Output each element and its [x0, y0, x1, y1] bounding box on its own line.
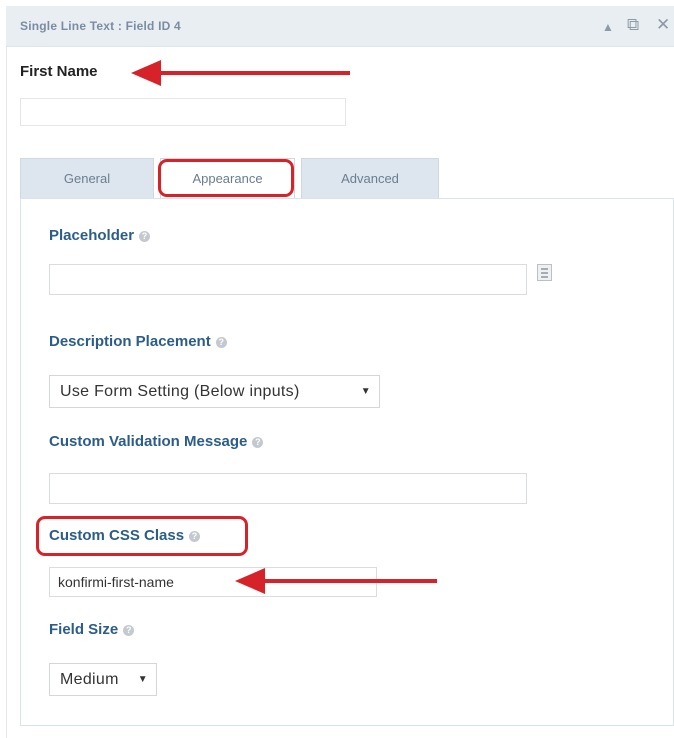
description-placement-value: Use Form Setting (Below inputs)	[60, 383, 300, 400]
collapse-icon[interactable]: ▲	[602, 17, 614, 37]
annotation-highlight-css-class	[36, 516, 248, 556]
tab-general[interactable]: General	[20, 158, 154, 198]
field-preview-input[interactable]	[20, 98, 346, 126]
annotation-arrow-head	[131, 60, 161, 86]
close-icon[interactable]: ✕	[656, 15, 670, 35]
field-size-select[interactable]: Medium ▼	[49, 663, 157, 696]
placeholder-label-row: Placeholder?	[49, 227, 151, 244]
description-placement-label-row: Description Placement?	[49, 333, 227, 350]
question-icon[interactable]: ?	[123, 625, 135, 636]
annotation-arrow-line	[158, 71, 350, 75]
question-icon[interactable]: ?	[139, 231, 151, 242]
field-header-title: Single Line Text : Field ID 4	[20, 19, 181, 33]
placeholder-input[interactable]	[49, 264, 527, 295]
field-header[interactable]: Single Line Text : Field ID 4 ▲ ⧉ ✕	[6, 6, 674, 47]
tab-advanced[interactable]: Advanced	[301, 158, 439, 198]
annotation-highlight-appearance	[158, 159, 294, 197]
annotation-arrow-line	[262, 579, 437, 583]
question-icon[interactable]: ?	[215, 337, 227, 348]
field-size-label-row: Field Size?	[49, 621, 135, 638]
chevron-down-icon: ▼	[137, 674, 148, 685]
custom-validation-label-row: Custom Validation Message?	[49, 433, 264, 450]
description-placement-label: Description Placement	[49, 333, 211, 350]
field-size-value: Medium	[60, 671, 119, 688]
duplicate-icon[interactable]: ⧉	[627, 15, 639, 35]
custom-validation-input[interactable]	[49, 473, 527, 504]
field-size-label: Field Size	[49, 621, 119, 638]
question-icon[interactable]: ?	[252, 437, 264, 448]
merge-tag-icon[interactable]	[537, 264, 552, 281]
annotation-arrow-head	[235, 568, 265, 594]
field-preview-label: First Name	[20, 63, 98, 80]
placeholder-label: Placeholder	[49, 227, 135, 244]
custom-validation-label: Custom Validation Message	[49, 433, 248, 450]
description-placement-select[interactable]: Use Form Setting (Below inputs) ▼	[49, 375, 380, 408]
chevron-down-icon: ▼	[360, 386, 371, 397]
